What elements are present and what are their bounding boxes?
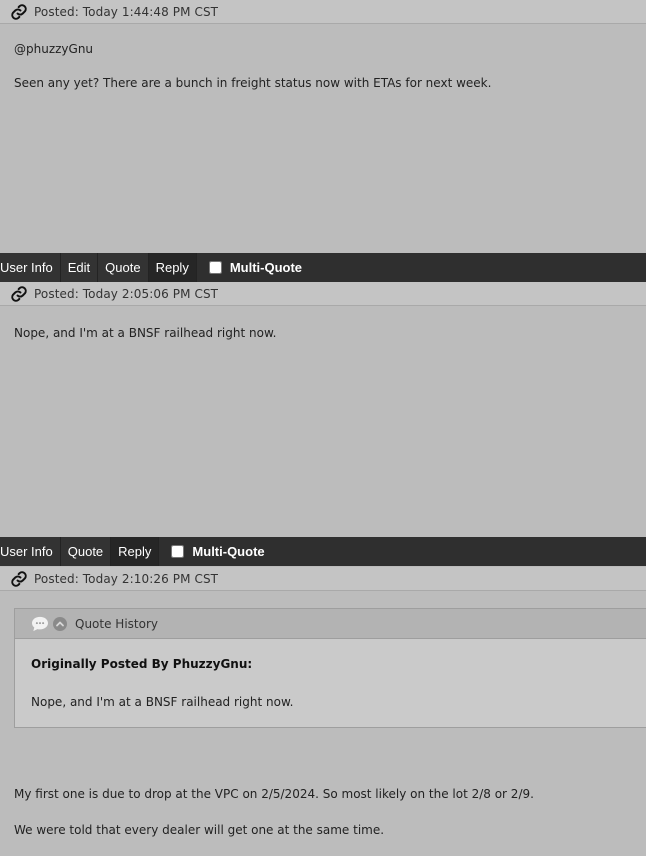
user-info-button[interactable]: User Info (0, 253, 61, 282)
post-2-body: Nope, and I'm at a BNSF railhead right n… (14, 326, 634, 340)
reply-button[interactable]: Reply (111, 537, 160, 566)
edit-button[interactable]: Edit (60, 253, 99, 282)
post-line: @phuzzyGnu (14, 42, 94, 56)
multi-quote-toggle[interactable]: Multi-Quote (197, 253, 302, 282)
post-timestamp: Posted: Today 1:44:48 PM CST (34, 4, 219, 19)
post-1-toolbar: User Info Edit Quote Reply Multi-Quote (0, 253, 646, 282)
post-line: We were told that every dealer will get … (14, 823, 385, 837)
link-icon[interactable] (10, 3, 28, 21)
post-line: Nope, and I'm at a BNSF railhead right n… (14, 326, 277, 340)
quote-history-label: Quote History (75, 616, 158, 631)
link-icon[interactable] (10, 570, 28, 588)
post-2-header: Posted: Today 2:05:06 PM CST (0, 282, 646, 306)
post-2-toolbar: User Info Quote Reply Multi-Quote (0, 537, 646, 566)
quote-text: Nope, and I'm at a BNSF railhead right n… (31, 695, 294, 709)
post-1-header: Posted: Today 1:44:48 PM CST (0, 0, 646, 24)
multi-quote-checkbox[interactable] (171, 545, 185, 558)
post-1-body: @phuzzyGnu Seen any yet? There are a bun… (14, 42, 634, 90)
quote-block: Quote History Originally Posted By Phuzz… (14, 608, 646, 728)
post-line: Seen any yet? There are a bunch in freig… (14, 76, 492, 90)
post-3-body: My first one is due to drop at the VPC o… (14, 787, 634, 837)
quote-history-header[interactable]: Quote History (15, 609, 646, 639)
link-icon[interactable] (10, 285, 28, 303)
speech-bubble-icon (32, 616, 48, 631)
reply-button[interactable]: Reply (148, 253, 197, 282)
multi-quote-label: Multi-Quote (229, 260, 303, 275)
quote-button[interactable]: Quote (60, 537, 112, 566)
multi-quote-checkbox[interactable] (208, 261, 222, 274)
chevron-up-icon[interactable] (53, 616, 67, 631)
user-info-button[interactable]: User Info (0, 537, 61, 566)
quote-button[interactable]: Quote (98, 253, 149, 282)
post-timestamp: Posted: Today 2:10:26 PM CST (34, 571, 219, 586)
post-timestamp: Posted: Today 2:05:06 PM CST (34, 286, 219, 301)
multi-quote-toggle[interactable]: Multi-Quote (159, 537, 265, 566)
post-line: My first one is due to drop at the VPC o… (14, 787, 534, 801)
quote-author: Originally Posted By PhuzzyGnu: (31, 657, 253, 671)
post-3-header: Posted: Today 2:10:26 PM CST (0, 567, 646, 591)
multi-quote-label: Multi-Quote (192, 544, 265, 559)
